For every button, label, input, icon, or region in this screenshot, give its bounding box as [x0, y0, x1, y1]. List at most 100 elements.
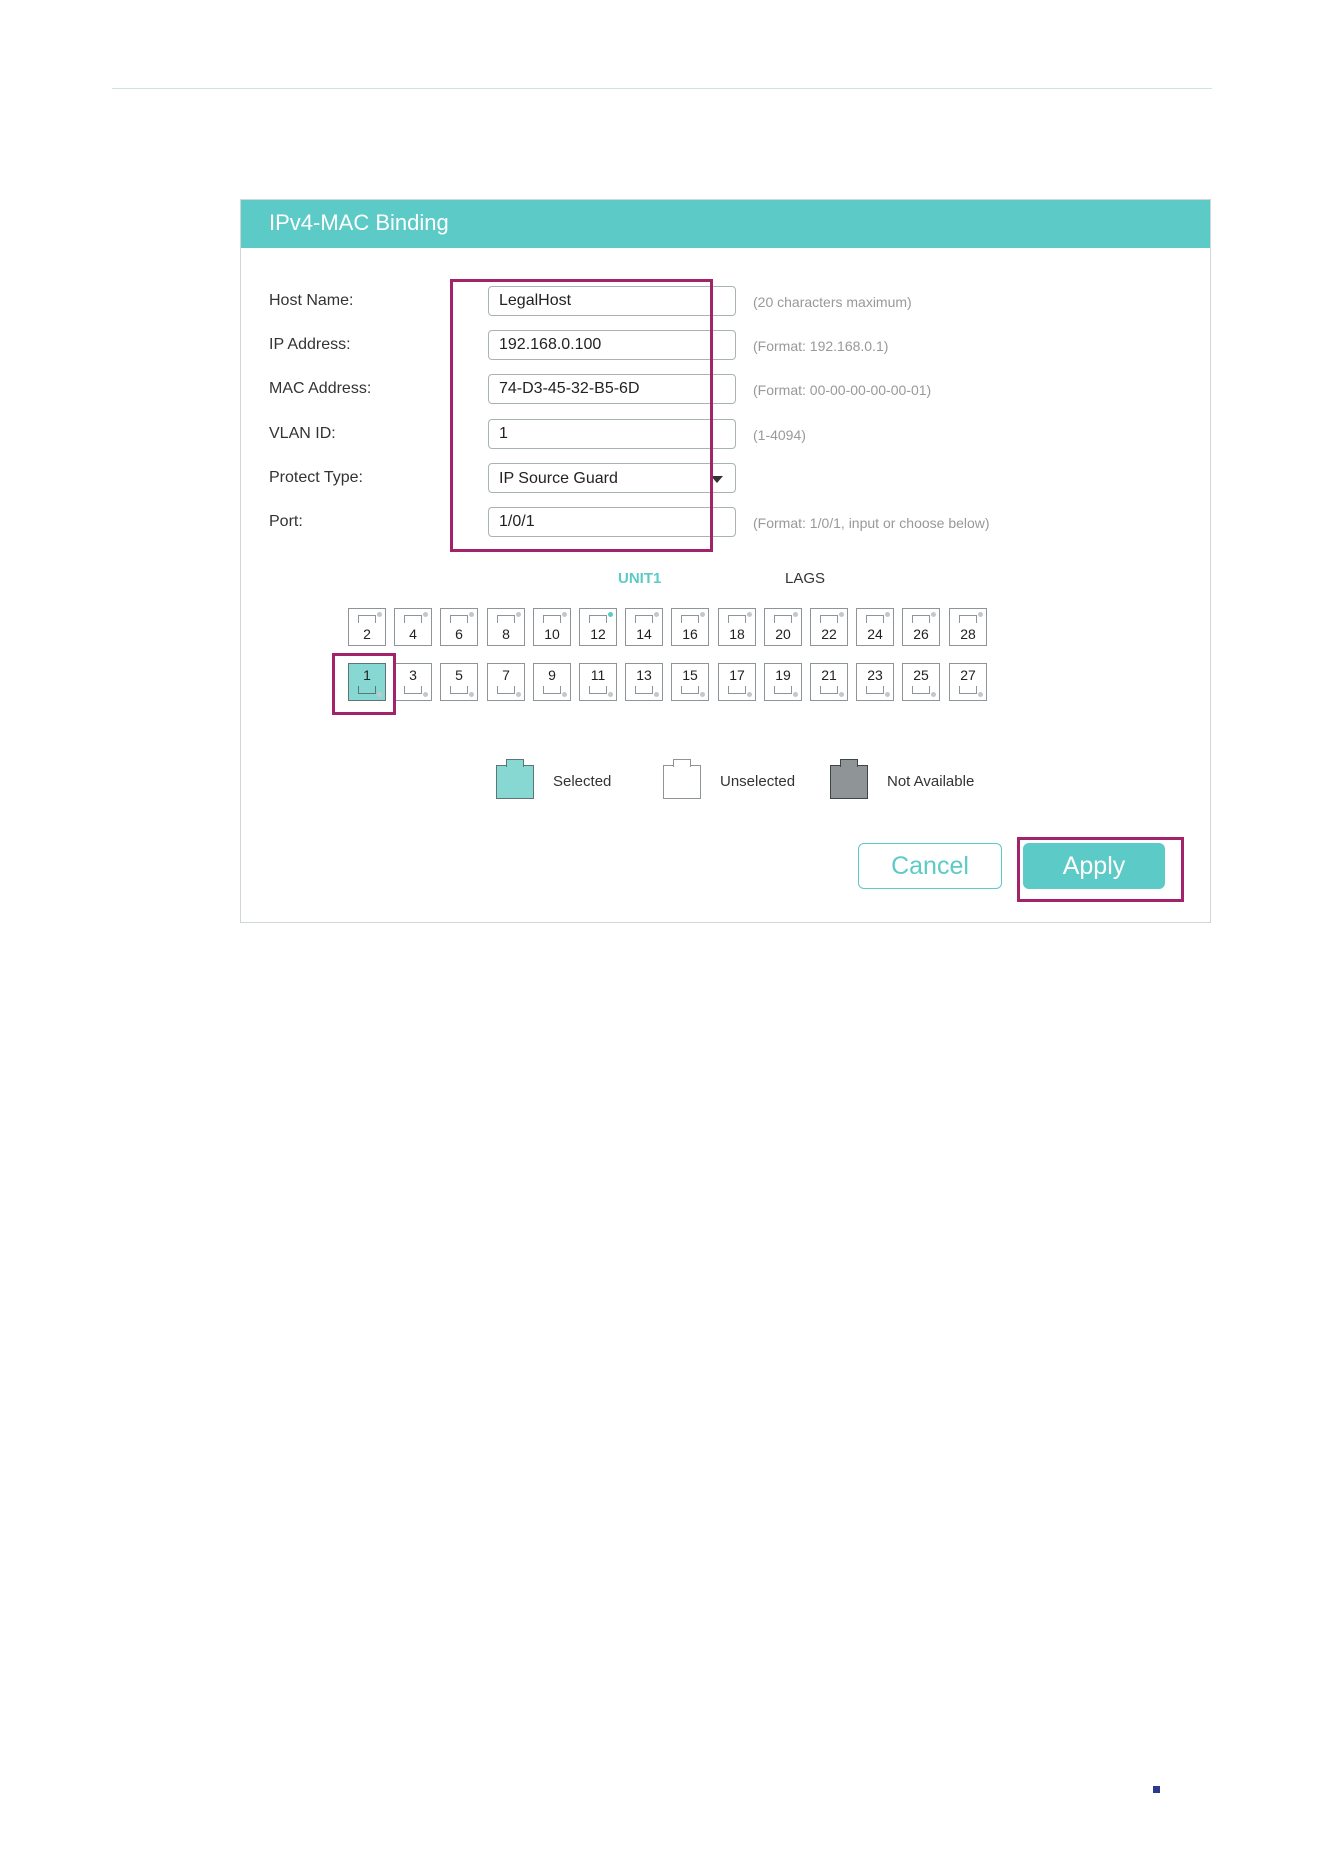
- port-18[interactable]: 18: [718, 608, 756, 646]
- port-19-led-icon: [793, 692, 798, 697]
- host-name-hint: (20 characters maximum): [753, 294, 912, 310]
- port-7[interactable]: 7: [487, 663, 525, 701]
- port-9[interactable]: 9: [533, 663, 571, 701]
- port-28-notch: [959, 615, 977, 623]
- port-27[interactable]: 27: [949, 663, 987, 701]
- ip-address-hint: (Format: 192.168.0.1): [753, 338, 889, 354]
- port-number: 5: [455, 667, 463, 683]
- port-20[interactable]: 20: [764, 608, 802, 646]
- port-13-notch: [635, 686, 653, 694]
- host-name-label: Host Name:: [269, 292, 354, 309]
- port-number: 7: [502, 667, 510, 683]
- port-number: 6: [455, 626, 463, 642]
- host-name-row: Host Name: (20 characters maximum): [269, 284, 1189, 320]
- port-6-led-icon: [469, 612, 474, 617]
- port-22[interactable]: 22: [810, 608, 848, 646]
- port-number: 19: [775, 667, 791, 683]
- port-15[interactable]: 15: [671, 663, 709, 701]
- ipv4-mac-binding-panel: IPv4-MAC Binding Host Name: (20 characte…: [240, 199, 1211, 923]
- port-25[interactable]: 25: [902, 663, 940, 701]
- port-13[interactable]: 13: [625, 663, 663, 701]
- port-number: 21: [821, 667, 837, 683]
- port-4-notch: [404, 615, 422, 623]
- port-19[interactable]: 19: [764, 663, 802, 701]
- port-5-notch: [450, 686, 468, 694]
- apply-highlight-box: [1017, 837, 1184, 902]
- vlan-id-hint: (1-4094): [753, 427, 806, 443]
- port-number: 15: [682, 667, 698, 683]
- port-5[interactable]: 5: [440, 663, 478, 701]
- port-6[interactable]: 6: [440, 608, 478, 646]
- port-14[interactable]: 14: [625, 608, 663, 646]
- port-11-notch: [589, 686, 607, 694]
- port-18-led-icon: [747, 612, 752, 617]
- port-21[interactable]: 21: [810, 663, 848, 701]
- port-20-led-icon: [793, 612, 798, 617]
- port-9-notch: [543, 686, 561, 694]
- port-24-notch: [866, 615, 884, 623]
- ip-address-label: IP Address:: [269, 336, 351, 353]
- port-16[interactable]: 16: [671, 608, 709, 646]
- port-15-notch: [681, 686, 699, 694]
- port-8[interactable]: 8: [487, 608, 525, 646]
- page-marker: [1153, 1786, 1160, 1793]
- not-available-legend-tab: [840, 759, 858, 767]
- port-number: 13: [636, 667, 652, 683]
- port-number: 2: [363, 626, 371, 642]
- port-number: 22: [821, 626, 837, 642]
- port-17-led-icon: [747, 692, 752, 697]
- port-12-led-icon: [608, 612, 613, 617]
- port-2-notch: [358, 615, 376, 623]
- port-25-notch: [912, 686, 930, 694]
- port-24[interactable]: 24: [856, 608, 894, 646]
- port-number: 10: [544, 626, 560, 642]
- port-number: 28: [960, 626, 976, 642]
- port-23-led-icon: [885, 692, 890, 697]
- tab-lags[interactable]: LAGS: [785, 570, 825, 587]
- port-number: 17: [729, 667, 745, 683]
- port-28[interactable]: 28: [949, 608, 987, 646]
- ip-address-row: IP Address: (Format: 192.168.0.1): [269, 328, 1189, 364]
- port-number: 27: [960, 667, 976, 683]
- port-3-led-icon: [423, 692, 428, 697]
- vlan-id-row: VLAN ID: (1-4094): [269, 417, 1189, 453]
- port-16-led-icon: [700, 612, 705, 617]
- port-2-led-icon: [377, 612, 382, 617]
- port-number: 26: [913, 626, 929, 642]
- unselected-legend-icon: [663, 759, 701, 799]
- port-number: 23: [867, 667, 883, 683]
- port-8-led-icon: [516, 612, 521, 617]
- form-highlight-box: [450, 279, 713, 552]
- port-8-notch: [497, 615, 515, 623]
- legend-not-available-label: Not Available: [887, 773, 975, 790]
- port-7-notch: [497, 686, 515, 694]
- port-number: 9: [548, 667, 556, 683]
- tab-unit1[interactable]: UNIT1: [618, 570, 661, 587]
- port-12[interactable]: 12: [579, 608, 617, 646]
- port-11[interactable]: 11: [579, 663, 617, 701]
- port-number: 8: [502, 626, 510, 642]
- mac-address-row: MAC Address: (Format: 00-00-00-00-00-01): [269, 372, 1189, 408]
- not-available-legend-icon: [830, 759, 868, 799]
- port-10-led-icon: [562, 612, 567, 617]
- port-21-led-icon: [839, 692, 844, 697]
- port-number: 25: [913, 667, 929, 683]
- port-6-notch: [450, 615, 468, 623]
- port-17[interactable]: 17: [718, 663, 756, 701]
- port-10[interactable]: 10: [533, 608, 571, 646]
- mac-address-label: MAC Address:: [269, 380, 372, 397]
- port-3[interactable]: 3: [394, 663, 432, 701]
- page-top-rule: [112, 88, 1212, 89]
- port-number: 4: [409, 626, 417, 642]
- port-23[interactable]: 23: [856, 663, 894, 701]
- panel-title: IPv4-MAC Binding: [241, 200, 1210, 248]
- port-2[interactable]: 2: [348, 608, 386, 646]
- port-3-notch: [404, 686, 422, 694]
- port-number: 16: [682, 626, 698, 642]
- port-4[interactable]: 4: [394, 608, 432, 646]
- port-26[interactable]: 26: [902, 608, 940, 646]
- port-number: 24: [867, 626, 883, 642]
- cancel-button[interactable]: Cancel: [858, 843, 1002, 889]
- port-4-led-icon: [423, 612, 428, 617]
- port-number: 12: [590, 626, 606, 642]
